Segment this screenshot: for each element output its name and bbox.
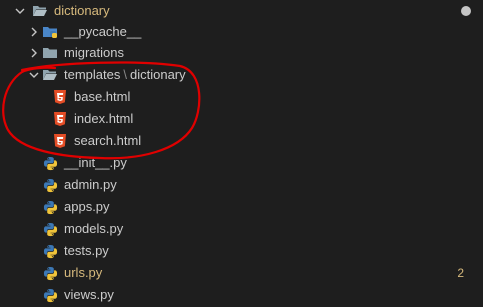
- folder-open-icon: [32, 3, 48, 19]
- tree-item-migrations[interactable]: migrations: [0, 42, 483, 64]
- tree-item-label: dictionary: [54, 3, 110, 18]
- html5-icon: [52, 133, 68, 149]
- tree-item-label: index.html: [74, 111, 134, 126]
- tree-item-label: urls.py: [64, 265, 103, 280]
- tree-item-label: base.html: [74, 89, 131, 104]
- tree-item-models-py[interactable]: models.py: [0, 218, 483, 240]
- tree-item-label: templates \ dictionary: [64, 64, 186, 86]
- python-icon: [42, 177, 58, 193]
- html5-icon: [52, 89, 68, 105]
- folder-python-icon: [42, 24, 58, 40]
- path-separator: \: [123, 67, 127, 82]
- tree-item-search-html[interactable]: search.html: [0, 130, 483, 152]
- tree-item-label: views.py: [64, 287, 114, 302]
- tree-item-apps-py[interactable]: apps.py: [0, 196, 483, 218]
- tree-item-base-html[interactable]: base.html: [0, 86, 483, 108]
- python-icon: [42, 265, 58, 281]
- path-segment-dictionary: dictionary: [130, 67, 186, 82]
- folder-icon: [42, 45, 58, 61]
- tree-item-label: tests.py: [64, 243, 109, 258]
- tree-item-label: __init__.py: [64, 155, 127, 170]
- tree-item-templates-dictionary[interactable]: templates \ dictionary: [0, 64, 483, 86]
- tree-item-pycache[interactable]: __pycache__: [0, 21, 483, 43]
- tree-item-views-py[interactable]: views.py: [0, 284, 483, 306]
- problems-count-badge: 2: [457, 266, 464, 280]
- python-icon: [42, 199, 58, 215]
- python-icon: [42, 243, 58, 259]
- chevron-right-icon[interactable]: [28, 21, 40, 43]
- tree-item-label: search.html: [74, 133, 142, 148]
- tree-item-label: migrations: [64, 45, 124, 60]
- folder-open-icon: [42, 67, 58, 83]
- tree-item-label: models.py: [64, 221, 124, 236]
- tree-item-tests-py[interactable]: tests.py: [0, 240, 483, 262]
- chevron-right-icon[interactable]: [28, 42, 40, 64]
- file-explorer: dictionary __pycache__ migrations templa…: [0, 0, 483, 307]
- python-icon: [42, 221, 58, 237]
- chevron-down-icon[interactable]: [28, 64, 40, 86]
- python-icon: [42, 155, 58, 171]
- tree-item-label: apps.py: [64, 199, 110, 214]
- modified-indicator-dot: [461, 6, 471, 16]
- tree-item-urls-py[interactable]: urls.py 2: [0, 262, 483, 284]
- tree-item-label: __pycache__: [64, 24, 142, 39]
- tree-item-label: admin.py: [64, 177, 117, 192]
- tree-item-index-html[interactable]: index.html: [0, 108, 483, 130]
- chevron-down-icon[interactable]: [14, 0, 26, 22]
- python-icon: [42, 287, 58, 303]
- tree-item-init-py[interactable]: __init__.py: [0, 152, 483, 174]
- html5-icon: [52, 111, 68, 127]
- tree-item-dictionary[interactable]: dictionary: [0, 0, 483, 22]
- path-segment-templates: templates: [64, 67, 121, 82]
- tree-item-admin-py[interactable]: admin.py: [0, 174, 483, 196]
